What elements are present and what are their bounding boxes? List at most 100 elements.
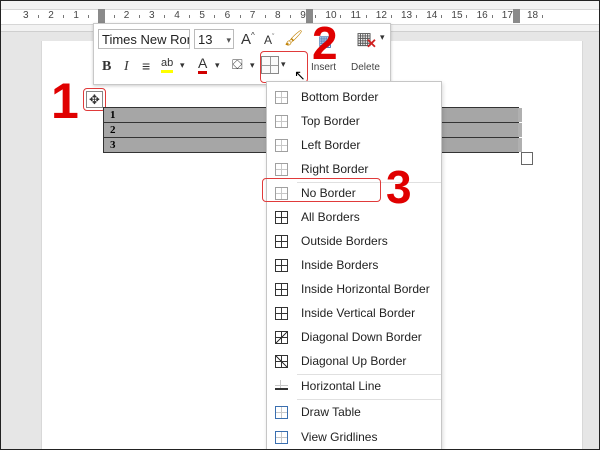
menu-item-label: View Gridlines xyxy=(301,430,378,444)
font-size-value: 13 xyxy=(198,32,213,47)
border-diagonal-up-icon xyxy=(275,355,288,368)
ruler-number: 8 xyxy=(275,10,281,21)
menu-item-view-gridlines[interactable]: View Gridlines xyxy=(267,426,441,449)
callout-box-3 xyxy=(262,178,381,202)
ruler-number: 9 xyxy=(300,10,306,21)
ruler-tick xyxy=(340,15,342,18)
border-diagonal-down-icon xyxy=(275,331,288,344)
menu-item-top-border[interactable]: Top Border xyxy=(267,110,441,134)
menu-item-label: Horizontal Line xyxy=(301,379,382,393)
callout-number-1: 1 xyxy=(51,73,79,129)
menu-item-label: Inside Vertical Border xyxy=(301,306,416,320)
table-cell-text: 3 xyxy=(110,139,116,151)
ruler-number: 17 xyxy=(501,10,513,21)
ruler-number: 2 xyxy=(48,10,54,21)
shrink-font-icon[interactable]: Aˇ xyxy=(264,33,274,47)
ruler-tick xyxy=(138,15,140,18)
border-inside-vertical-icon xyxy=(275,307,288,320)
font-size-box[interactable]: 13 ▾ xyxy=(194,29,234,49)
highlight-color-icon[interactable]: ab xyxy=(161,57,174,73)
menu-item-label: Outside Borders xyxy=(301,234,388,248)
chevron-down-icon[interactable]: ▾ xyxy=(380,32,385,43)
menu-item-label: All Borders xyxy=(301,210,360,224)
row-end-marker xyxy=(518,108,522,122)
menu-item-diagonal-up-border[interactable]: Diagonal Up Border xyxy=(267,350,441,374)
menu-item-diagonal-down-border[interactable]: Diagonal Down Border xyxy=(267,326,441,350)
border-right-icon xyxy=(275,163,288,176)
ruler-number: 7 xyxy=(249,10,256,21)
ruler-tick xyxy=(264,15,266,18)
menu-item-label: Top Border xyxy=(301,114,360,128)
border-outside-icon xyxy=(275,235,288,248)
chevron-down-icon[interactable]: ▾ xyxy=(250,60,255,71)
menu-item-draw-table[interactable]: Draw Table xyxy=(267,401,441,425)
ruler-number: 5 xyxy=(199,10,205,21)
ruler-number: 4 xyxy=(174,10,180,21)
italic-button[interactable]: I xyxy=(124,59,129,75)
font-color-icon[interactable]: A xyxy=(198,56,208,74)
menu-item-label: Bottom Border xyxy=(301,90,379,104)
ruler-tick xyxy=(542,15,543,18)
callout-number-3: 3 xyxy=(386,161,412,213)
grow-font-icon[interactable]: A^ xyxy=(241,31,255,48)
ruler-tick xyxy=(441,15,443,18)
table-cell-text: 2 xyxy=(110,124,116,136)
ruler-number: 3 xyxy=(149,10,155,21)
ruler-tick xyxy=(416,15,417,18)
chevron-down-icon[interactable]: ▾ xyxy=(180,60,185,71)
ruler-tick xyxy=(63,15,65,18)
menu-item-bottom-border[interactable]: Bottom Border xyxy=(267,86,441,110)
ruler-tick xyxy=(466,15,468,18)
chevron-down-icon[interactable]: ▾ xyxy=(226,30,231,50)
menu-item-inside-horizontal-border[interactable]: Inside Horizontal Border xyxy=(267,278,441,302)
format-painter-icon[interactable]: 🖌 xyxy=(284,29,303,47)
menu-item-label: Draw Table xyxy=(301,405,361,419)
delete-x-icon: ✕ xyxy=(366,36,377,51)
menu-item-inside-borders[interactable]: Inside Borders xyxy=(267,254,441,278)
menu-item-label: Diagonal Up Border xyxy=(301,354,407,368)
ruler-number: 6 xyxy=(224,10,231,21)
ruler-number: 12 xyxy=(375,10,387,21)
borders-dropdown-menu: Bottom Border Top Border Left Border Right … xyxy=(266,81,442,449)
font-name-box[interactable]: Times New Ron xyxy=(98,29,190,49)
bold-button[interactable]: B xyxy=(102,59,111,75)
menu-item-inside-vertical-border[interactable]: Inside Vertical Border xyxy=(267,302,441,326)
ruler-left-margin-marker[interactable] xyxy=(98,9,105,23)
delete-label[interactable]: Delete xyxy=(351,62,380,73)
border-inside-icon xyxy=(275,259,288,272)
mini-toolbar: Times New Ron 13 ▾ A^ Aˇ 🖌 B I ≡ ab ▾ A … xyxy=(93,23,391,85)
ruler-tick xyxy=(290,15,291,18)
ruler-tick xyxy=(365,15,367,18)
ruler-tick xyxy=(491,15,493,18)
ruler-tick xyxy=(38,15,39,18)
draw-table-icon xyxy=(275,406,288,419)
ruler-number: 15 xyxy=(451,10,463,21)
ruler-tick xyxy=(88,15,90,18)
ruler-tick xyxy=(390,15,392,18)
font-name-value: Times New Ron xyxy=(102,32,190,47)
border-top-icon xyxy=(275,115,288,128)
ruler-number: 18 xyxy=(527,10,539,21)
center-align-icon[interactable]: ≡ xyxy=(142,58,150,74)
horizontal-line-icon xyxy=(275,380,288,390)
ruler-right-margin-marker[interactable] xyxy=(513,9,520,23)
table-cell-text: 1 xyxy=(110,109,116,121)
callout-number-2: 2 xyxy=(312,17,338,69)
shading-bucket-icon[interactable]: ⛋ xyxy=(232,56,243,73)
chevron-down-icon[interactable]: ▾ xyxy=(215,60,220,71)
table-resize-handle[interactable] xyxy=(521,152,533,165)
border-all-icon xyxy=(275,211,288,224)
menu-item-left-border[interactable]: Left Border xyxy=(267,134,441,158)
menu-item-horizontal-line[interactable]: Horizontal Line xyxy=(267,375,441,399)
view-gridlines-icon xyxy=(275,431,288,444)
menu-item-all-borders[interactable]: All Borders xyxy=(267,206,441,230)
ruler-tick xyxy=(113,15,115,18)
menu-item-outside-borders[interactable]: Outside Borders xyxy=(267,230,441,254)
ruler-number: 14 xyxy=(426,10,438,21)
border-bottom-icon xyxy=(275,91,288,104)
menu-item-label: Inside Horizontal Border xyxy=(301,282,430,296)
ruler-tick xyxy=(164,15,165,18)
menu-item-label: Right Border xyxy=(301,162,369,176)
ruler-number: 2 xyxy=(123,10,130,21)
ruler-number: 11 xyxy=(350,10,361,21)
